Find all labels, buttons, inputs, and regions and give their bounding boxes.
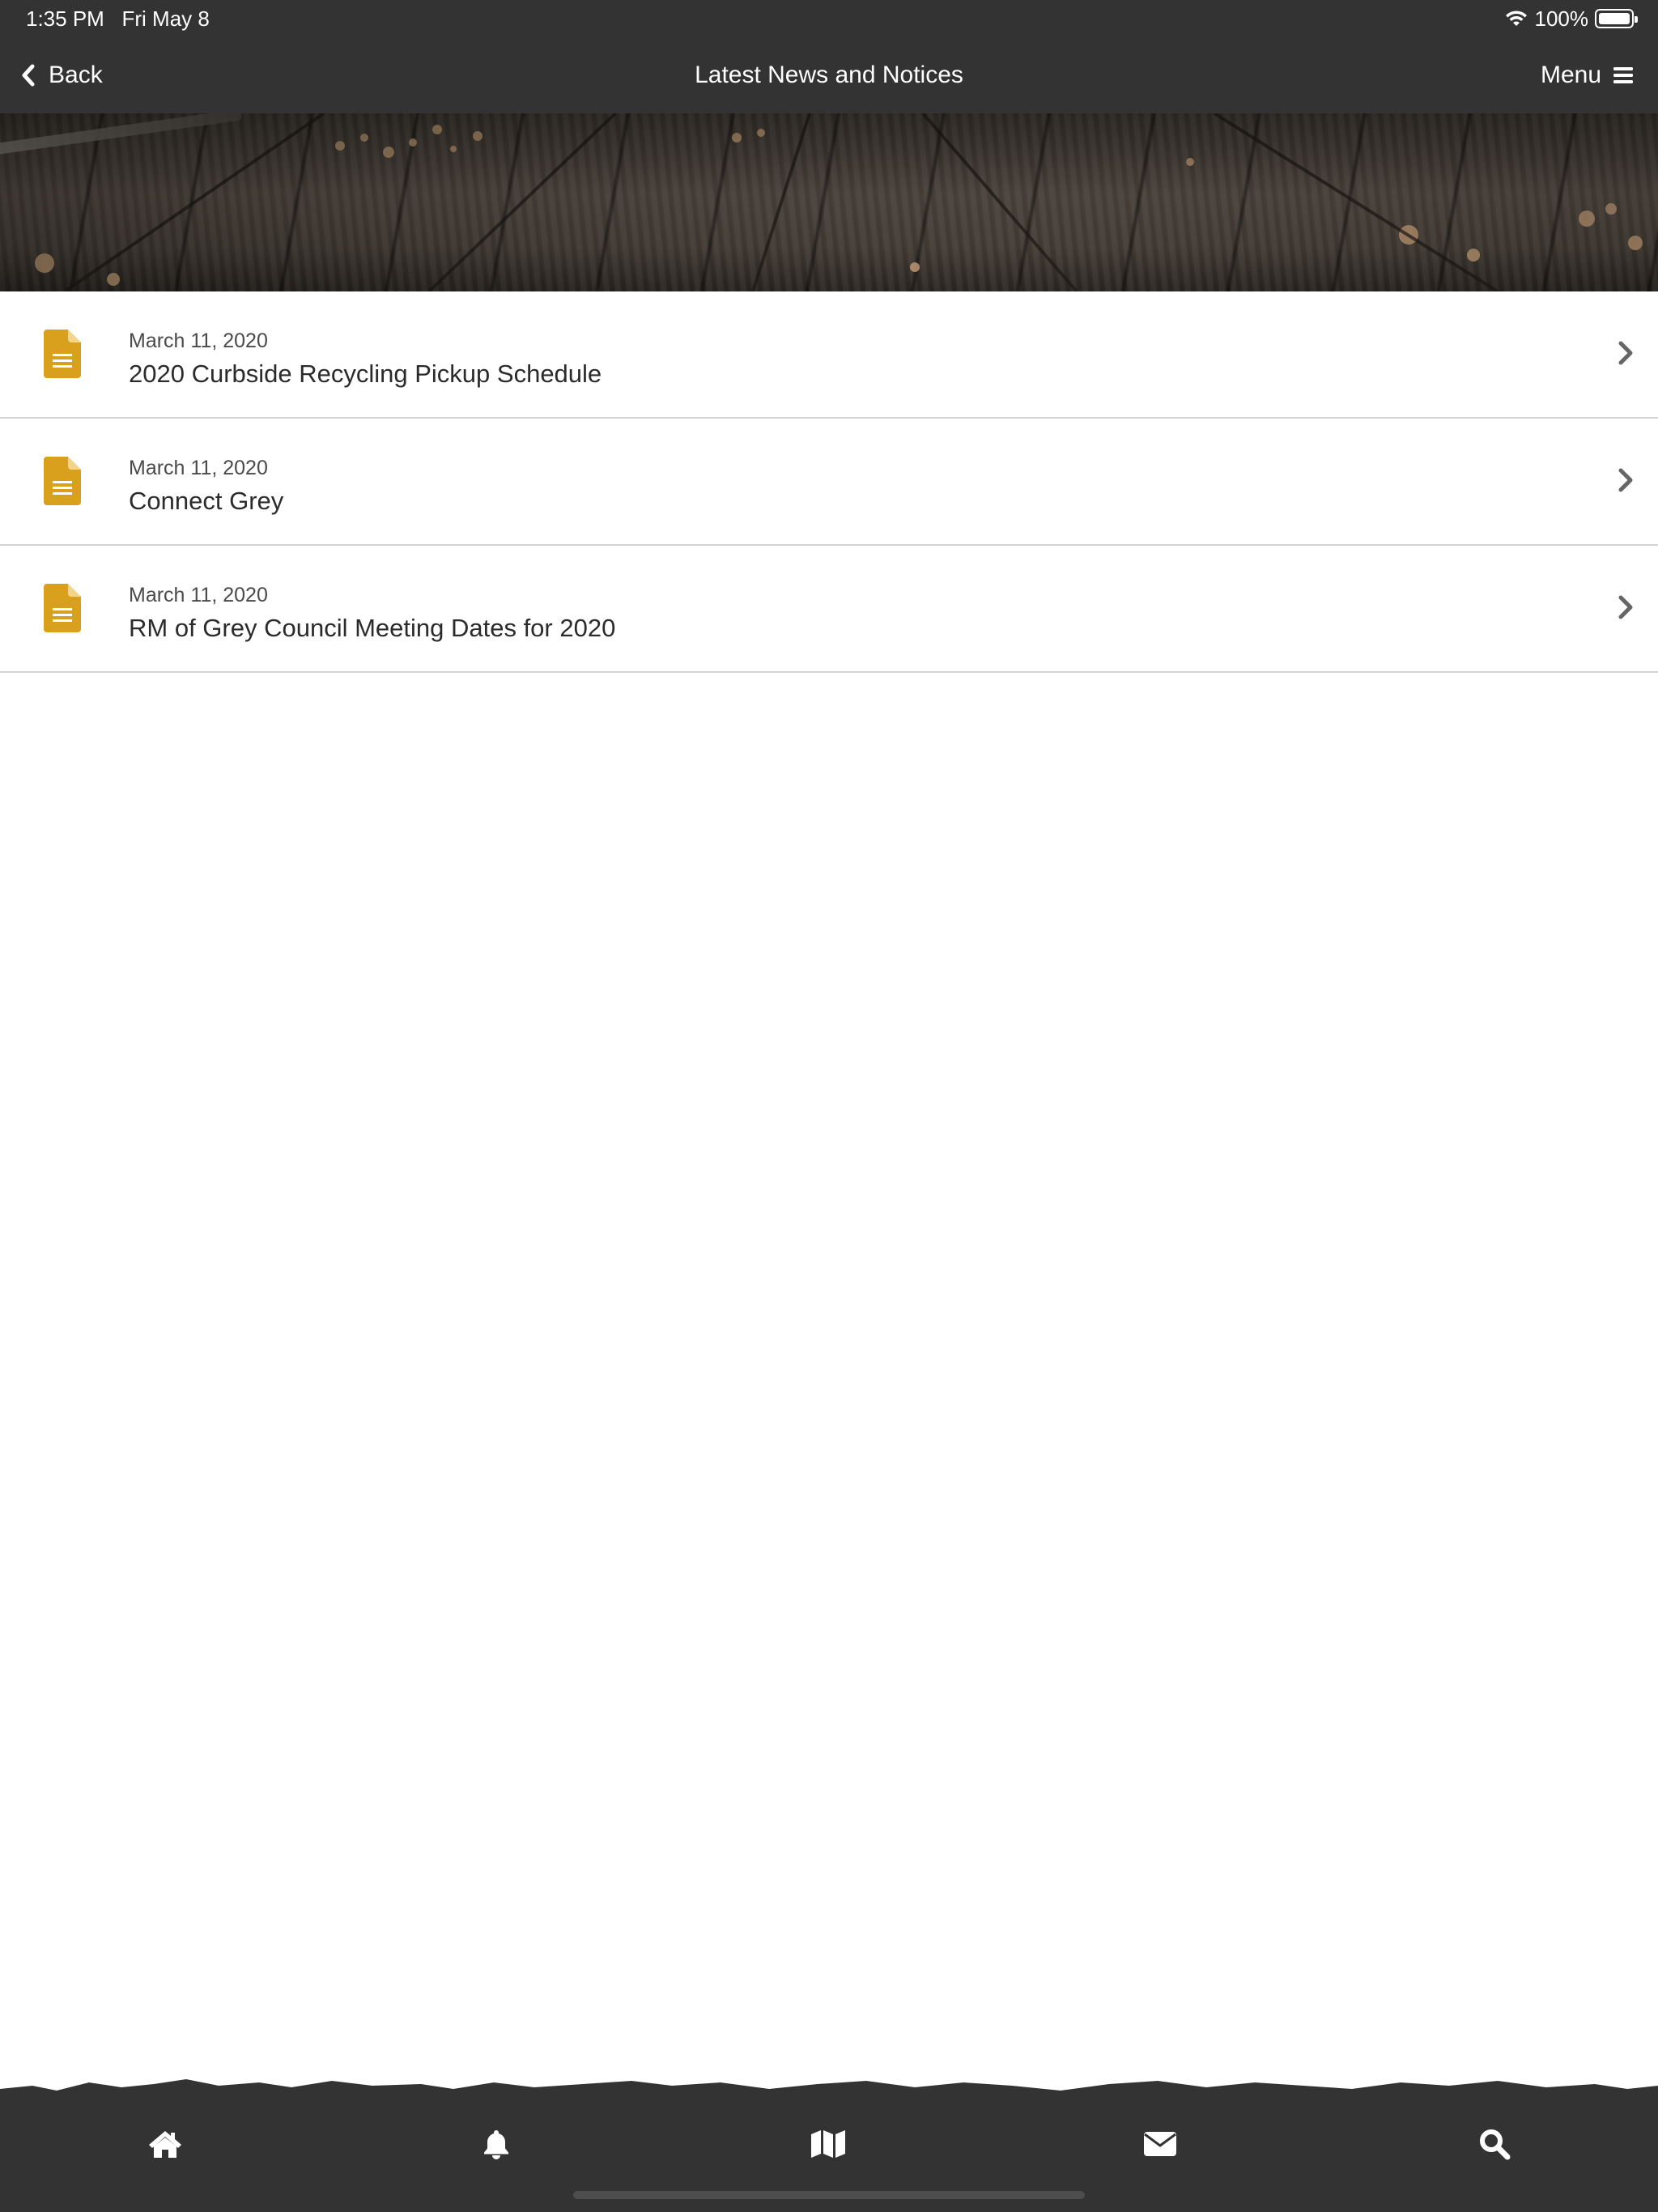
tab-map[interactable] [796,2120,861,2168]
status-time-text: 1:35 PM [26,6,104,31]
envelope-icon [1144,2132,1176,2156]
status-date-text: Fri May 8 [121,6,210,31]
map-icon [811,2130,845,2158]
document-icon [44,584,81,632]
search-icon [1480,2129,1511,2160]
news-date: March 11, 2020 [129,584,268,606]
bell-icon [484,2130,508,2159]
news-title: Connect Grey [129,487,284,515]
chevron-right-icon [1618,341,1633,365]
list-item[interactable]: March 11, 2020 2020 Curbside Recycling P… [0,291,1658,419]
back-label: Back [49,62,103,88]
chevron-left-icon [22,64,35,87]
home-indicator[interactable] [573,2191,1085,2199]
battery-level [1599,13,1630,24]
list-item[interactable]: March 11, 2020 RM of Grey Council Meetin… [0,546,1658,673]
news-title: RM of Grey Council Meeting Dates for 202… [129,614,616,642]
battery-icon [1595,9,1638,28]
banner-shade [0,113,1658,291]
menu-button[interactable]: Menu [1541,57,1634,94]
chevron-right-icon [1618,595,1633,619]
list-item[interactable]: March 11, 2020 Connect Grey [0,419,1658,546]
tab-home[interactable] [133,2120,198,2168]
back-button[interactable]: Back [21,57,103,94]
news-list: March 11, 2020 2020 Curbside Recycling P… [0,291,1658,673]
news-date: March 11, 2020 [129,330,268,352]
battery-percent: 100% [1534,6,1589,31]
status-time: 1:35 PM Fri May 8 [26,6,210,31]
header-banner-image [0,113,1658,291]
tab-contact[interactable] [1128,2120,1192,2168]
top-bar: 1:35 PM Fri May 8 100% Back Latest News … [0,0,1658,113]
status-indicators: 100% [1504,6,1638,31]
screen: 1:35 PM Fri May 8 100% Back Latest News … [0,0,1658,2212]
document-icon [44,330,81,378]
page-title: Latest News and Notices [695,62,963,88]
chevron-right-icon [1618,468,1633,492]
news-date: March 11, 2020 [129,457,268,479]
battery-cap [1635,16,1638,23]
news-title: 2020 Curbside Recycling Pickup Schedule [129,359,602,388]
hamburger-icon [1613,67,1633,83]
menu-label: Menu [1540,62,1601,88]
home-icon [149,2131,181,2158]
document-icon [44,457,81,505]
tab-notifications[interactable] [464,2120,529,2168]
tab-search[interactable] [1462,2120,1527,2168]
wifi-icon [1505,11,1527,26]
